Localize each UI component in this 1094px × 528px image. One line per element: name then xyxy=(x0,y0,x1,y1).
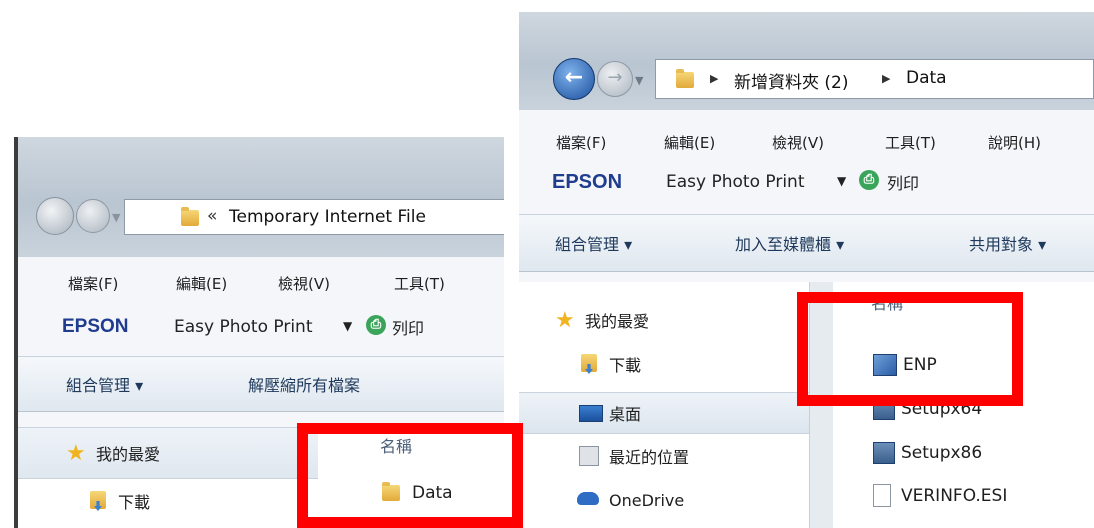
nav-downloads[interactable]: 下載 xyxy=(519,346,809,382)
printer-icon[interactable]: ⎙ xyxy=(859,170,879,190)
epson-app-menu[interactable]: Easy Photo Print xyxy=(174,317,312,337)
desktop-icon xyxy=(579,405,603,422)
epson-logo: EPSON xyxy=(552,170,623,193)
path-overflow-icon[interactable]: « xyxy=(207,206,217,226)
breadcrumb-folder[interactable]: 新增資料夾 (2) xyxy=(734,68,848,93)
menu-edit[interactable]: 編輯(E) xyxy=(176,273,227,294)
organize-button[interactable]: 組合管理 ▾ xyxy=(555,231,632,255)
organize-button[interactable]: 組合管理 ▾ xyxy=(66,372,143,396)
print-button[interactable]: 列印 xyxy=(392,315,424,339)
forward-button[interactable] xyxy=(76,199,110,233)
nav-favorites-label: 我的最愛 xyxy=(96,445,161,464)
history-dropdown-icon[interactable]: ▼ xyxy=(112,211,120,224)
menu-tools[interactable]: 工具(T) xyxy=(885,132,936,153)
document-icon xyxy=(873,484,891,507)
file-name: VERINFO.ESI xyxy=(901,485,1008,506)
forward-arrow-icon[interactable]: → xyxy=(597,61,633,97)
nav-onedrive[interactable]: OneDrive xyxy=(519,482,809,518)
navigation-pane: ★ 我的最愛 下載 桌面 最近的位置 OneDrive xyxy=(519,282,809,528)
address-bar[interactable]: « Temporary Internet File xyxy=(124,199,504,235)
breadcrumb-data[interactable]: Data xyxy=(906,68,947,88)
installer-icon xyxy=(873,442,895,464)
menu-tools[interactable]: 工具(T) xyxy=(394,273,445,294)
epson-toolbar: EPSON Easy Photo Print ▼ ⎙ 列印 xyxy=(18,312,504,342)
nav-recent-places[interactable]: 最近的位置 xyxy=(519,438,809,474)
menu-edit[interactable]: 編輯(E) xyxy=(664,132,715,153)
chevron-down-icon[interactable]: ▼ xyxy=(343,319,352,333)
nav-favorites-label: 我的最愛 xyxy=(585,312,650,331)
epson-app-menu[interactable]: Easy Photo Print xyxy=(666,172,804,192)
menu-view[interactable]: 檢視(V) xyxy=(772,132,824,153)
nav-desktop[interactable]: 桌面 xyxy=(519,392,809,434)
nav-favorites[interactable]: ★ 我的最愛 xyxy=(519,302,809,338)
back-arrow-icon[interactable]: ← xyxy=(553,58,595,100)
nav-favorites[interactable]: ★ 我的最愛 xyxy=(18,427,318,479)
nav-downloads-label: 下載 xyxy=(609,356,642,375)
epson-logo: EPSON xyxy=(62,316,129,337)
navigation-pane: ★ 我的最愛 下載 xyxy=(18,427,318,528)
history-dropdown-icon[interactable]: ▼ xyxy=(635,74,643,87)
menu-help[interactable]: 說明(H) xyxy=(988,132,1041,153)
command-bar: 組合管理 ▾ 解壓縮所有檔案 xyxy=(18,356,504,412)
nav-recent-label: 最近的位置 xyxy=(609,448,690,467)
folder-icon xyxy=(181,207,199,226)
recent-places-icon xyxy=(579,446,599,466)
menu-bar: 檔案(F) 編輯(E) 檢視(V) 工具(T) xyxy=(18,269,504,297)
command-bar: 組合管理 ▾ 加入至媒體櫃 ▾ 共用對象 ▾ xyxy=(519,214,1094,272)
folder-icon xyxy=(676,69,694,88)
star-icon: ★ xyxy=(555,307,575,333)
breadcrumb-separator-icon[interactable]: ▶ xyxy=(882,72,890,85)
address-path: Temporary Internet File xyxy=(229,207,426,227)
downloads-folder-icon xyxy=(90,491,106,509)
nav-desktop-label: 桌面 xyxy=(609,405,642,424)
printer-icon[interactable]: ⎙ xyxy=(366,315,386,335)
share-with-button[interactable]: 共用對象 ▾ xyxy=(969,231,1046,255)
add-to-library-button[interactable]: 加入至媒體櫃 ▾ xyxy=(735,231,844,255)
epson-toolbar: EPSON Easy Photo Print ▼ ⎙ 列印 xyxy=(519,167,1094,197)
file-item-setupx86[interactable]: Setupx86 xyxy=(873,442,982,464)
extract-all-button[interactable]: 解壓縮所有檔案 xyxy=(248,372,360,396)
menu-bar: 檔案(F) 編輯(E) 檢視(V) 工具(T) 說明(H) xyxy=(519,128,1094,156)
file-item-verinfo[interactable]: VERINFO.ESI xyxy=(873,484,1007,507)
chevron-down-icon[interactable]: ▼ xyxy=(837,174,846,188)
menu-file[interactable]: 檔案(F) xyxy=(556,132,606,153)
cloud-icon xyxy=(577,492,599,505)
downloads-folder-icon xyxy=(581,354,597,372)
highlight-box-enp xyxy=(797,292,1023,406)
menu-file[interactable]: 檔案(F) xyxy=(68,273,118,294)
menu-view[interactable]: 檢視(V) xyxy=(278,273,330,294)
nav-onedrive-label: OneDrive xyxy=(609,490,685,510)
explorer-window-right: ← → ▼ ▶ 新增資料夾 (2) ▶ Data 檔案(F) 編輯(E) 檢視(… xyxy=(519,12,1094,528)
breadcrumb-separator-icon[interactable]: ▶ xyxy=(710,72,718,85)
star-icon: ★ xyxy=(66,440,86,466)
print-button[interactable]: 列印 xyxy=(887,170,919,194)
nav-downloads[interactable]: 下載 xyxy=(18,483,318,519)
nav-downloads-label: 下載 xyxy=(118,493,151,512)
address-bar[interactable]: ▶ 新增資料夾 (2) ▶ Data xyxy=(655,59,1094,99)
title-bar xyxy=(18,137,504,257)
highlight-box-data-folder xyxy=(297,423,523,528)
back-button[interactable] xyxy=(36,197,74,235)
file-name: Setupx86 xyxy=(901,443,983,463)
